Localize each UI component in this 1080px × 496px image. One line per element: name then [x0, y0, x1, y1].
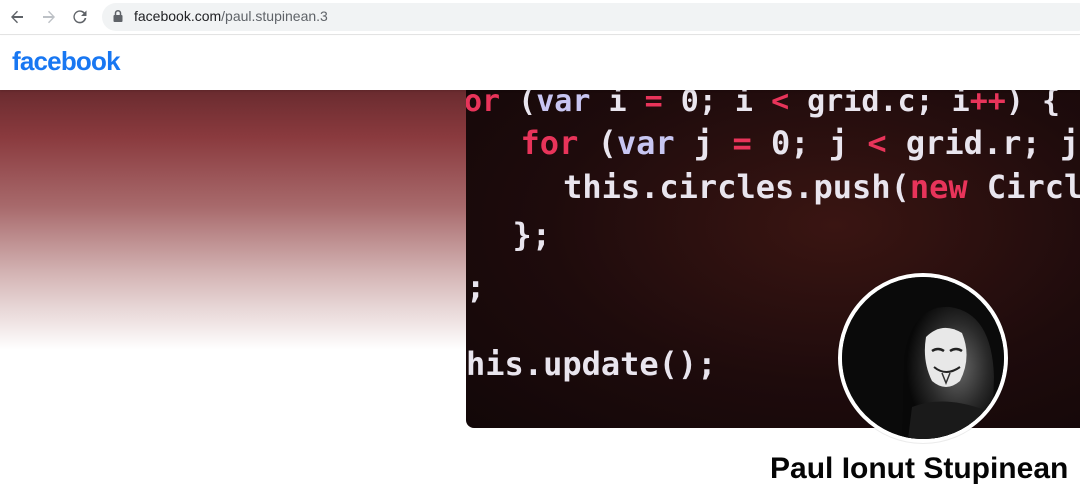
masked-figure-icon — [842, 277, 1004, 439]
code-line-3: this.circles.push(new Circle(i * grid.di… — [486, 168, 1080, 206]
facebook-header: facebook — [0, 36, 1080, 90]
code-line-6: his.update(); — [466, 345, 717, 383]
code-line-2: for (var j = 0; j < grid.r; j++) { — [520, 124, 1080, 162]
url-host: facebook.com — [134, 8, 222, 24]
profile-avatar[interactable] — [838, 273, 1008, 443]
code-line-1: or (var i = 0; i < grid.c; i++) { — [466, 90, 1061, 119]
code-line-4: }; — [474, 216, 552, 254]
url-text: facebook.com/paul.stupinean.3 — [134, 8, 328, 24]
browser-toolbar: facebook.com/paul.stupinean.3 — [0, 0, 1080, 35]
forward-arrow-icon — [43, 10, 55, 24]
reload-icon — [73, 10, 87, 24]
profile-name: Paul Ionut Stupinean — [770, 452, 1069, 485]
url-path: /paul.stupinean.3 — [221, 8, 328, 24]
back-arrow-icon — [11, 10, 23, 24]
back-button[interactable] — [5, 5, 29, 29]
forward-button[interactable] — [37, 5, 61, 29]
lock-icon — [113, 9, 123, 22]
reload-button[interactable] — [68, 5, 92, 29]
facebook-logo[interactable]: facebook — [12, 46, 121, 77]
code-line-5: ; — [466, 268, 486, 306]
